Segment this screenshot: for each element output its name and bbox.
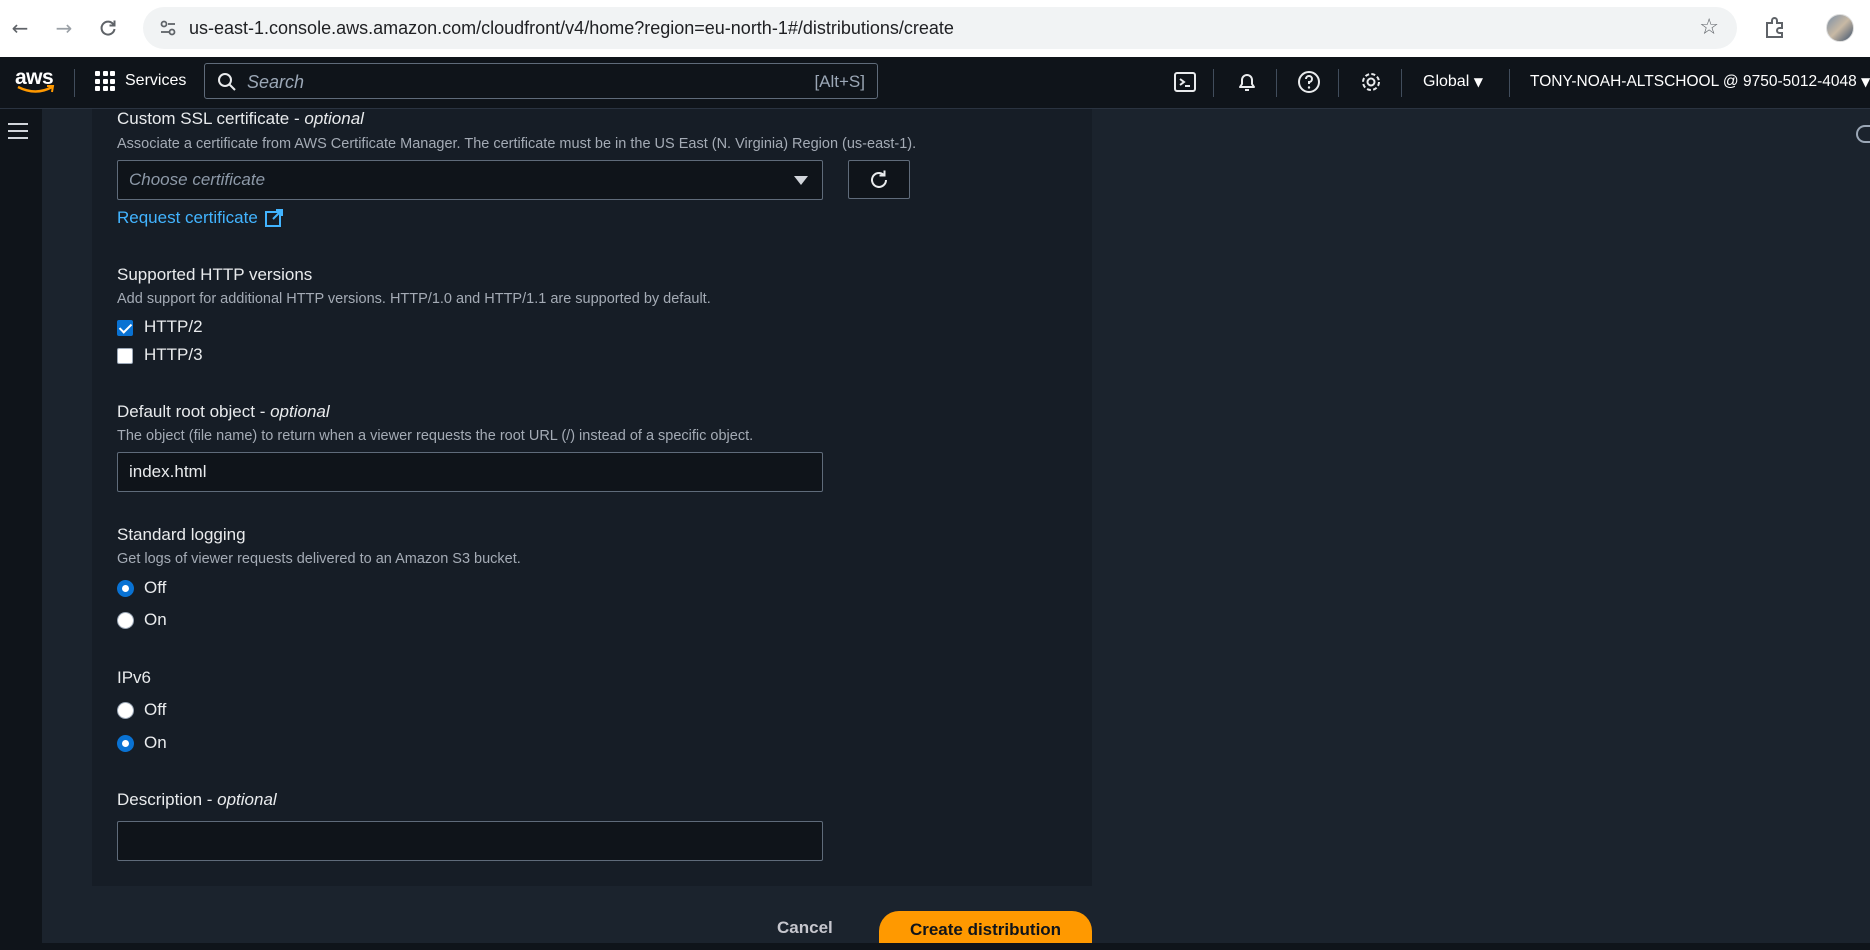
url-text: us-east-1.console.aws.amazon.com/cloudfr… [189, 18, 954, 38]
description-label: Description - optional [117, 790, 277, 809]
back-icon[interactable]: ← [7, 15, 33, 41]
side-navigation-rail [0, 109, 42, 950]
search-placeholder: Search [247, 72, 305, 92]
ssl-certificate-description: Associate a certificate from AWS Certifi… [117, 136, 917, 152]
nav-divider [1213, 69, 1214, 97]
notifications-bell-icon[interactable] [1234, 69, 1260, 95]
tools-panel-icon[interactable] [1856, 125, 1870, 143]
caret-down-icon: ▼ [1473, 75, 1483, 89]
http-versions-description: Add support for additional HTTP versions… [117, 291, 711, 307]
profile-avatar[interactable] [1826, 14, 1854, 42]
services-menu-button[interactable]: Services [95, 71, 186, 91]
root-object-input[interactable]: index.html [117, 452, 823, 492]
http3-label[interactable]: HTTP/3 [144, 345, 203, 365]
refresh-certificates-button[interactable] [848, 160, 910, 199]
extensions-icon[interactable] [1762, 15, 1788, 41]
standard-logging-label: Standard logging [117, 525, 246, 544]
description-input[interactable] [117, 821, 823, 861]
account-menu[interactable]: TONY-NOAH-ALTSCHOOL @ 9750-5012-4048 ▼ [1530, 73, 1870, 91]
certificate-select[interactable]: Choose certificate [117, 160, 823, 200]
certificate-select-placeholder: Choose certificate [129, 170, 266, 189]
ipv6-off-radio[interactable] [117, 702, 134, 719]
help-icon[interactable] [1296, 69, 1322, 95]
cancel-button[interactable]: Cancel [777, 918, 833, 938]
site-info-icon[interactable] [157, 17, 179, 39]
aws-logo[interactable]: aws [14, 66, 56, 98]
search-shortcut: [Alt+S] [814, 72, 865, 91]
logging-on-radio[interactable] [117, 612, 134, 629]
nav-divider [1401, 69, 1402, 97]
request-certificate-link[interactable]: Request certificate [117, 208, 284, 228]
standard-logging-description: Get logs of viewer requests delivered to… [117, 551, 521, 567]
ipv6-on-radio[interactable] [117, 735, 134, 752]
settings-gear-icon[interactable] [1358, 69, 1384, 95]
region-label: Global [1423, 73, 1470, 90]
caret-down-icon: ▼ [1861, 75, 1870, 89]
caret-down-icon [794, 176, 808, 185]
bookmark-star-icon[interactable]: ☆ [1699, 15, 1719, 40]
root-object-label: Default root object - optional [117, 402, 330, 421]
region-selector[interactable]: Global ▼ [1423, 73, 1483, 91]
address-bar[interactable]: us-east-1.console.aws.amazon.com/cloudfr… [143, 7, 1737, 49]
search-input[interactable]: Search [Alt+S] [204, 63, 878, 99]
forward-icon[interactable]: → [51, 15, 77, 41]
root-object-value: index.html [129, 462, 207, 481]
refresh-icon [871, 170, 887, 188]
apps-grid-icon [95, 71, 115, 91]
menu-hamburger-icon[interactable] [8, 123, 28, 139]
aws-top-nav: aws Services Search [Alt+S] Global ▼ TON… [0, 57, 1870, 109]
http2-label[interactable]: HTTP/2 [144, 317, 203, 337]
ipv6-label: IPv6 [117, 668, 152, 687]
external-link-icon [264, 209, 283, 227]
services-label: Services [125, 72, 187, 89]
nav-divider [1509, 69, 1510, 97]
root-object-description: The object (file name) to return when a … [117, 428, 754, 444]
logging-on-label[interactable]: On [144, 610, 167, 630]
http3-checkbox[interactable] [117, 348, 133, 364]
ssl-certificate-label: Custom SSL certificate - optional [117, 109, 364, 128]
cloudshell-icon[interactable] [1172, 69, 1198, 95]
http-versions-label: Supported HTTP versions [117, 265, 313, 284]
nav-divider [74, 69, 75, 97]
nav-divider [1276, 69, 1277, 97]
logging-off-label[interactable]: Off [144, 578, 166, 598]
nav-divider [1338, 69, 1339, 97]
search-icon [218, 73, 236, 91]
bottom-strip [0, 943, 1870, 950]
ipv6-off-label[interactable]: Off [144, 700, 166, 720]
browser-toolbar: ← → us-east-1.console.aws.amazon.com/clo… [0, 0, 1870, 57]
logging-off-radio[interactable] [117, 580, 134, 597]
account-label: TONY-NOAH-ALTSCHOOL @ 9750-5012-4048 [1530, 73, 1857, 90]
reload-icon[interactable] [95, 15, 121, 41]
ipv6-on-label[interactable]: On [144, 733, 167, 753]
http2-checkbox[interactable] [117, 320, 133, 336]
